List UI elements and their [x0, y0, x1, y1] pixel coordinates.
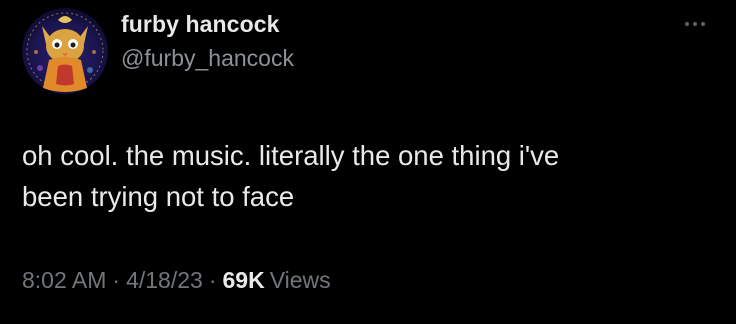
tweet-text-line: been trying not to face: [22, 181, 295, 212]
separator: ·: [112, 267, 121, 293]
tweet-metadata: 8:02 AM · 4/18/23 · 69K Views: [22, 267, 331, 294]
ellipsis-icon: [693, 22, 697, 26]
separator: ·: [208, 267, 217, 293]
avatar-image: [22, 8, 108, 94]
ellipsis-icon: [701, 22, 705, 26]
more-options-button[interactable]: [678, 12, 712, 36]
views-count[interactable]: 69K: [222, 267, 264, 293]
views-label: Views: [269, 267, 331, 293]
tweet-date[interactable]: 4/18/23: [126, 267, 203, 293]
author-display-name[interactable]: furby hancock: [121, 11, 280, 38]
avatar[interactable]: [22, 8, 108, 94]
tweet-text-line: oh cool. the music. literally the one th…: [22, 140, 560, 171]
tweet-time[interactable]: 8:02 AM: [22, 267, 106, 293]
author-handle[interactable]: @furby_hancock: [121, 45, 294, 72]
tweet-card: furby hancock @furby_hancock oh cool. th…: [0, 0, 736, 324]
ellipsis-icon: [685, 22, 689, 26]
tweet-text: oh cool. the music. literally the one th…: [22, 135, 722, 217]
